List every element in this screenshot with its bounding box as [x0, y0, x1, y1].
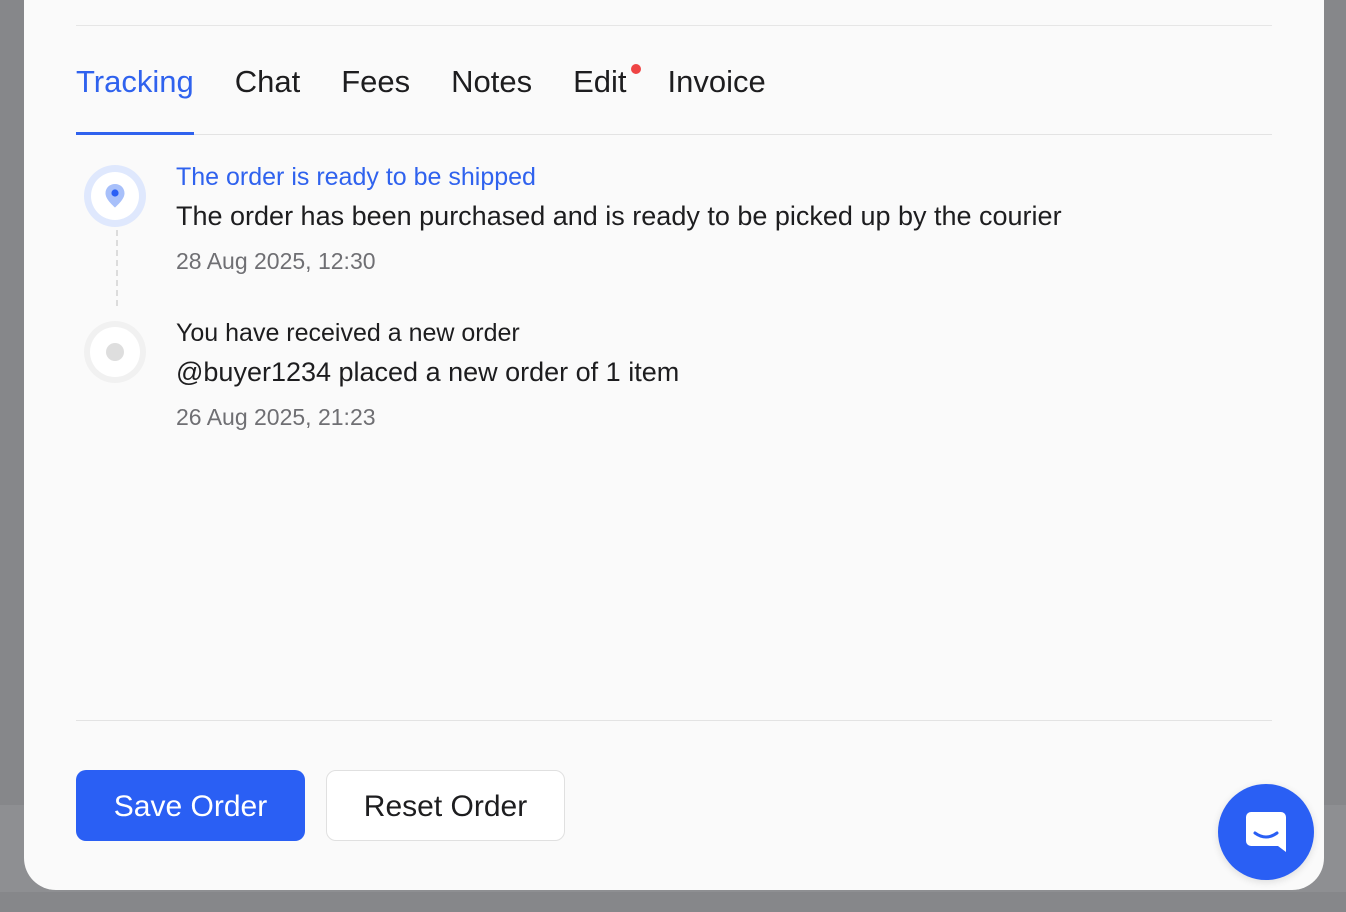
tab-chat[interactable]: Chat	[235, 46, 300, 134]
tab-notes[interactable]: Notes	[451, 46, 532, 134]
save-order-button[interactable]: Save Order	[76, 770, 305, 841]
timeline-content: The order is ready to be shipped The ord…	[176, 165, 1062, 273]
timeline-title: You have received a new order	[176, 319, 520, 347]
reset-order-button[interactable]: Reset Order	[326, 770, 565, 841]
tracking-timeline: The order is ready to be shipped The ord…	[76, 165, 1272, 477]
timeline-description: @buyer1234 placed a new order of 1 item	[176, 357, 680, 387]
timeline-content: You have received a new order @buyer1234…	[176, 321, 679, 429]
tab-edit[interactable]: Edit	[573, 46, 641, 134]
chat-launcher-button[interactable]	[1218, 784, 1314, 880]
tab-fees[interactable]: Fees	[341, 46, 410, 134]
tab-bar: Tracking Chat Fees Notes Edit Invoice	[76, 46, 1272, 135]
tab-label: Edit	[573, 64, 627, 99]
timeline-marker-inactive	[84, 321, 146, 383]
tab-label: Chat	[234, 64, 301, 99]
timeline-title: The order is ready to be shipped	[176, 163, 536, 191]
timeline-item: The order is ready to be shipped The ord…	[76, 165, 1272, 321]
footer-divider	[76, 720, 1272, 721]
tab-invoice[interactable]: Invoice	[668, 46, 766, 134]
tab-label: Invoice	[667, 64, 766, 99]
tab-label: Fees	[341, 64, 411, 99]
tab-label: Notes	[451, 64, 533, 99]
timeline-item: You have received a new order @buyer1234…	[76, 321, 1272, 477]
order-modal: Tracking Chat Fees Notes Edit Invoice Th…	[24, 0, 1324, 890]
timeline-timestamp: 28 Aug 2025, 12:30	[176, 248, 376, 274]
timeline-description: The order has been purchased and is read…	[176, 201, 1062, 231]
top-divider	[76, 25, 1272, 26]
chat-bubble-icon	[1246, 812, 1286, 852]
tab-label: Tracking	[76, 64, 194, 99]
dot-icon	[106, 343, 124, 361]
notification-dot	[630, 64, 641, 74]
map-pin-icon	[105, 184, 125, 208]
tab-tracking[interactable]: Tracking	[76, 46, 194, 135]
timeline-timestamp: 26 Aug 2025, 21:23	[176, 404, 376, 430]
timeline-marker-active	[84, 165, 146, 227]
